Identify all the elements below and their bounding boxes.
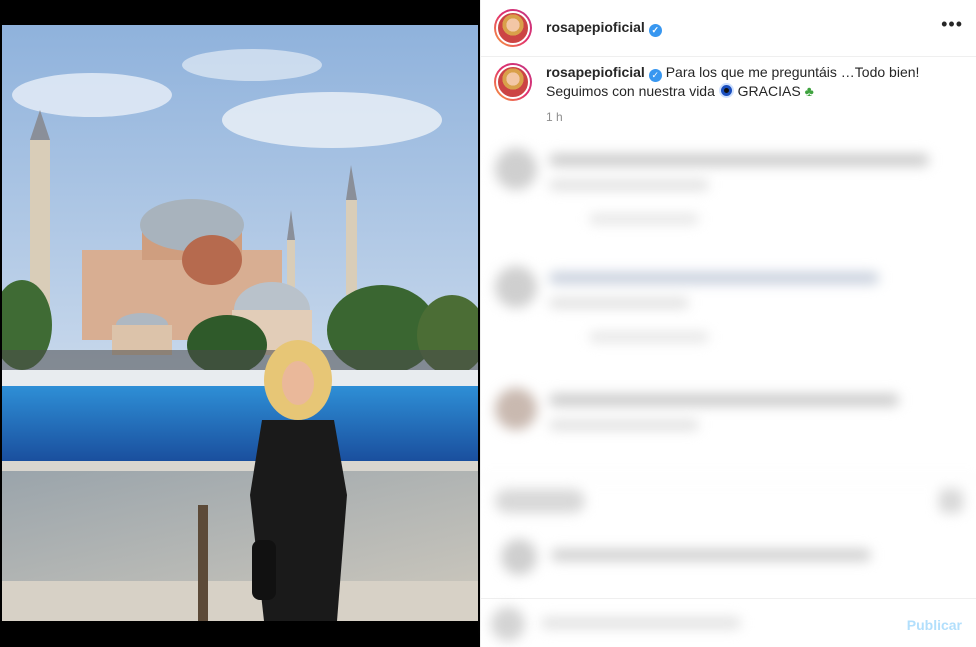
blurred-comment	[489, 258, 969, 368]
caption-text-part2: GRACIAS	[737, 83, 801, 99]
nazar-amulet-icon	[718, 83, 734, 98]
instagram-post-view: rosapepioficial ✓ ••• rosapepioficial ✓ Pa…	[0, 0, 976, 647]
header-username-text[interactable]: rosapepioficial	[546, 19, 645, 35]
avatar[interactable]	[494, 9, 532, 47]
verified-badge-icon: ✓	[648, 24, 662, 37]
four-leaf-clover-icon: ♣	[804, 83, 814, 99]
post-media-pane	[0, 0, 480, 647]
caption-block: rosapepioficial ✓ Para los que me pregunt…	[494, 63, 964, 126]
verified-badge-icon: ✓	[648, 69, 662, 82]
hagia-sophia-photo-illustration	[2, 25, 478, 621]
caption-username[interactable]: rosapepioficial	[546, 64, 645, 80]
action-bar	[481, 478, 976, 600]
header-username[interactable]: rosapepioficial ✓	[546, 19, 662, 37]
post-timestamp[interactable]: 1 h	[546, 108, 946, 126]
comment-input-bar	[481, 598, 976, 647]
post-photo[interactable]	[2, 25, 478, 621]
blurred-comment	[489, 140, 969, 250]
blurred-comment	[489, 380, 969, 490]
post-header: rosapepioficial ✓ •••	[481, 0, 976, 57]
caption-avatar[interactable]	[494, 63, 532, 101]
publish-button[interactable]: Publicar	[907, 617, 962, 633]
post-side-panel: rosapepioficial ✓ ••• rosapepioficial ✓ Pa…	[480, 0, 976, 647]
more-options-icon[interactable]: •••	[941, 14, 963, 35]
